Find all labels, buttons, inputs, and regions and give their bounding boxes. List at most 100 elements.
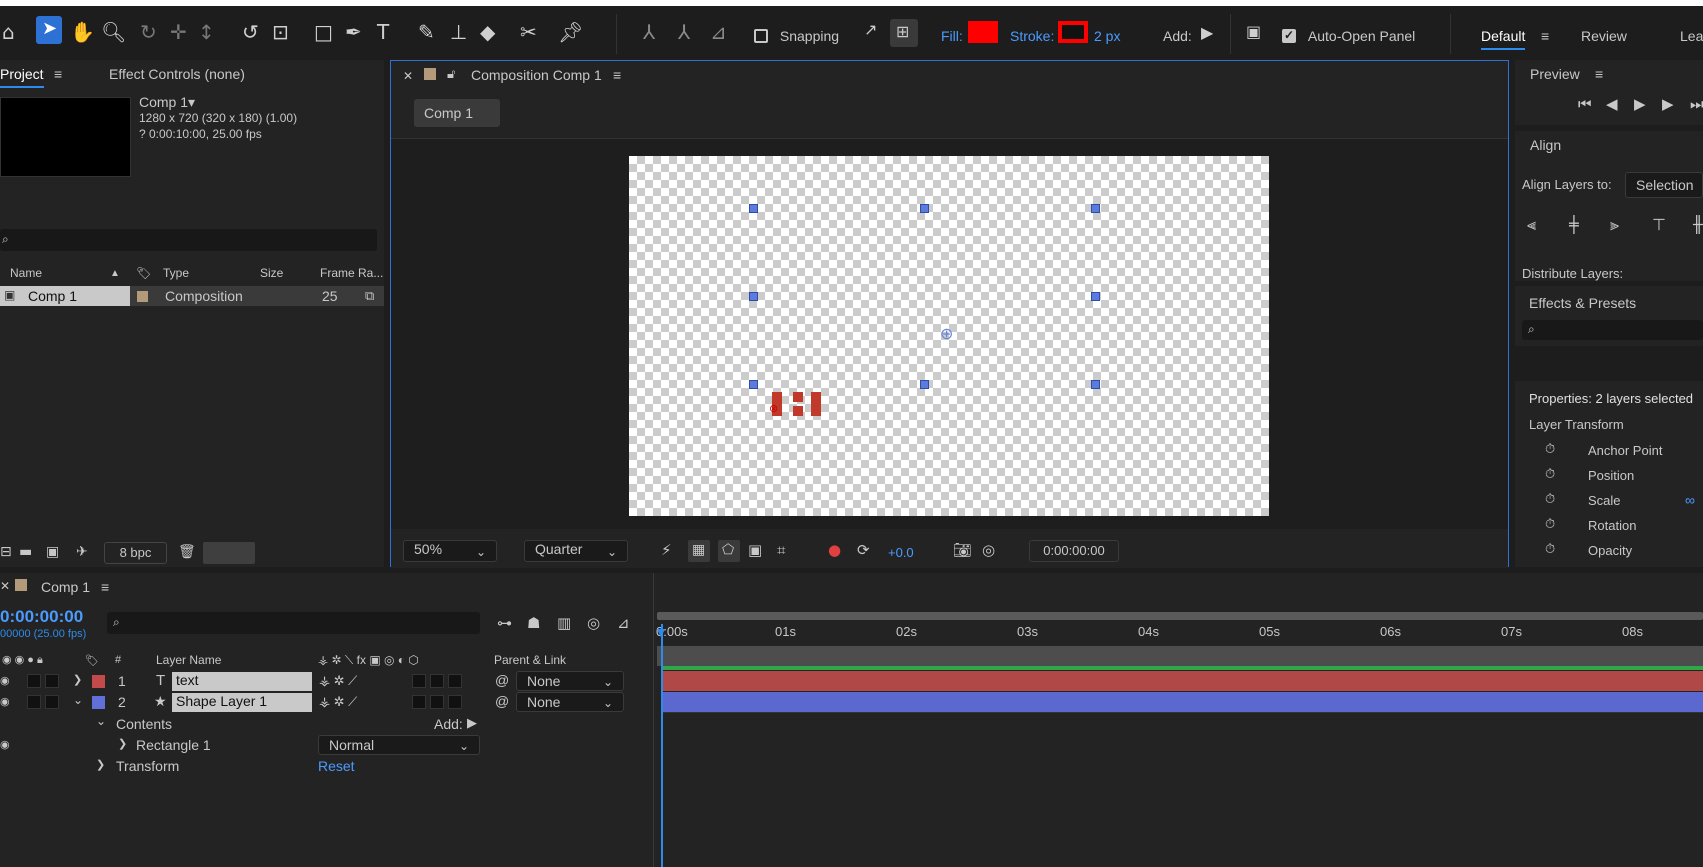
col-parent-link[interactable]: Parent & Link — [494, 653, 566, 667]
stopwatch-icon[interactable]: ⏱︎ — [1545, 518, 1555, 531]
col-frame-rate[interactable]: Frame Ra... — [320, 266, 383, 280]
layer-name[interactable]: Shape Layer 1 — [172, 693, 312, 712]
tab-project[interactable]: Project — [0, 66, 44, 88]
orbit-tool-icon[interactable]: ↻ — [140, 20, 157, 44]
prop-anchor-point[interactable]: ⏱︎ Anchor Point — [1545, 441, 1703, 461]
stopwatch-icon[interactable]: ⏱︎ — [1545, 543, 1555, 556]
flowchart-icon[interactable]: ⧉ — [365, 288, 374, 304]
layer-label-color[interactable] — [92, 675, 105, 688]
puppet-pin-icon[interactable]: 📌︎ — [558, 20, 583, 44]
work-area-bar[interactable] — [657, 612, 1703, 620]
solo-switch[interactable] — [27, 695, 41, 709]
collapse-chevron-icon[interactable]: ⌄ — [96, 714, 106, 728]
rectangle-tool-icon[interactable]: □ — [314, 20, 333, 44]
stopwatch-icon[interactable]: ⏱︎ — [1545, 468, 1555, 481]
graph-editor-icon[interactable]: ⊿ — [617, 616, 630, 631]
shy-layers-icon[interactable]: ☗ — [527, 616, 540, 631]
transform-handle[interactable] — [920, 204, 929, 213]
col-name[interactable]: Name — [10, 266, 42, 280]
mask-visibility-button[interactable]: ⬠ — [718, 540, 740, 562]
view-axis-icon[interactable]: ⊿ — [710, 20, 727, 44]
fill-swatch[interactable] — [968, 21, 998, 43]
composition-navigator-icon[interactable]: ⊶ — [497, 616, 512, 631]
switch-box[interactable] — [430, 695, 444, 709]
label-tag-icon[interactable]: 🏷︎ — [136, 266, 151, 280]
stroke-swatch[interactable] — [1058, 21, 1088, 43]
col-size[interactable]: Size — [260, 266, 283, 280]
previous-frame-icon[interactable]: ◀ — [1606, 97, 1618, 112]
pick-whip-icon[interactable]: @ — [495, 672, 509, 688]
auto-open-panel-toggle[interactable]: Auto-Open Panel — [1282, 28, 1415, 44]
frame-blending-icon[interactable]: ▥ — [557, 616, 571, 631]
transform-handle[interactable] — [920, 380, 929, 389]
workspace-menu-icon[interactable]: ≡ — [1541, 28, 1549, 44]
transform-handle[interactable] — [1091, 204, 1100, 213]
bit-depth-button[interactable]: 8 bpc — [104, 542, 167, 564]
transform-row[interactable]: ❯ Transform Reset — [0, 756, 655, 777]
prop-position[interactable]: ⏱︎ Position — [1545, 466, 1703, 486]
anchor-point-icon[interactable]: ⊕ — [940, 326, 953, 342]
preview-menu-icon[interactable]: ≡ — [1595, 66, 1603, 82]
text-anchor-icon[interactable]: ⊗ — [769, 403, 778, 414]
snap-features-button[interactable]: ⊞ — [890, 19, 918, 47]
prop-rotation[interactable]: ⏱︎ Rotation — [1545, 516, 1703, 536]
col-type[interactable]: Type — [163, 266, 189, 280]
workspace-learn-tab[interactable]: Lea — [1680, 28, 1703, 44]
interpret-footage-icon[interactable]: ⊟ — [0, 545, 12, 559]
next-frame-icon[interactable]: ▶ — [1662, 97, 1674, 112]
align-left-icon[interactable]: ⫷ — [1527, 217, 1536, 233]
tab-timeline-comp[interactable]: Comp 1 — [41, 579, 90, 595]
timeline-search-input[interactable]: ⌕ — [107, 612, 480, 634]
pen-tool-icon[interactable]: ✒ — [345, 20, 362, 44]
constrain-proportions-icon[interactable]: ∞ — [1685, 492, 1695, 508]
rectangle-row[interactable]: ◉ ❯ Rectangle 1 Normal ⌄ — [0, 735, 655, 756]
tool-option-icon[interactable]: ▣ — [1246, 22, 1261, 41]
add-play-icon[interactable]: ▶ — [467, 715, 477, 731]
roto-brush-icon[interactable]: ✂ — [520, 20, 537, 44]
label-tag-icon[interactable]: 🏷︎ — [85, 654, 99, 667]
expand-chevron-icon[interactable]: ❯ — [96, 758, 105, 771]
brush-tool-icon[interactable]: ✎ — [418, 20, 435, 44]
reset-exposure-icon[interactable]: ⟳ — [857, 543, 870, 558]
expand-chevron-icon[interactable]: ❯ — [73, 673, 82, 686]
visibility-eye-icon[interactable]: ◉ — [0, 738, 10, 751]
text-layer-glyph[interactable] — [793, 406, 803, 416]
align-target-dropdown[interactable]: Selection — [1625, 172, 1703, 198]
pan-tool-icon[interactable]: ✛ — [170, 20, 187, 44]
prop-opacity[interactable]: ⏱︎ Opacity — [1545, 541, 1703, 561]
show-snapshot-icon[interactable]: ◎ — [982, 543, 995, 558]
dolly-tool-icon[interactable]: ↕ — [198, 20, 215, 44]
current-time-display[interactable]: 0:00:00:00 — [1029, 540, 1119, 562]
world-axis-icon[interactable]: ⅄ — [678, 20, 690, 44]
resolution-dropdown[interactable]: Quarter ⌄ — [524, 540, 628, 562]
close-icon[interactable]: ✕ — [403, 69, 413, 83]
add-play-icon[interactable]: ▶ — [1201, 23, 1213, 42]
contents-row[interactable]: ⌄ Contents Add: ▶ — [0, 714, 655, 735]
clone-stamp-icon[interactable]: ⊥ — [450, 20, 467, 44]
text-layer-glyph[interactable] — [793, 392, 803, 402]
transform-handle[interactable] — [749, 292, 758, 301]
snap-edges-icon[interactable]: ↗ — [864, 20, 877, 39]
selection-tool-button[interactable]: ➤ — [36, 16, 62, 44]
region-of-interest-icon[interactable]: ▣ — [748, 543, 762, 558]
transform-handle[interactable] — [1091, 380, 1100, 389]
comp-name-header[interactable]: Comp 1▾ — [139, 94, 195, 111]
comp-breadcrumb[interactable]: Comp 1 — [414, 99, 500, 127]
lock-icon[interactable]: 🔓︎ — [447, 66, 455, 82]
project-menu-icon[interactable]: ≡ — [54, 66, 62, 82]
switch-box[interactable] — [412, 695, 426, 709]
tab-effect-controls[interactable]: Effect Controls (none) — [109, 66, 245, 82]
grid-guide-icon[interactable]: ⌗ — [777, 543, 785, 558]
new-composition-icon[interactable]: ▣ — [46, 545, 59, 559]
close-icon[interactable]: ✕ — [0, 579, 10, 593]
stopwatch-icon[interactable]: ⏱︎ — [1545, 493, 1555, 506]
parent-dropdown[interactable]: None ⌄ — [516, 692, 624, 712]
layer-bar-text[interactable] — [662, 671, 1703, 691]
workspace-review-tab[interactable]: Review — [1581, 28, 1627, 44]
prop-scale[interactable]: ⏱︎ Scale ∞ — [1545, 491, 1703, 511]
transform-handle[interactable] — [749, 204, 758, 213]
stroke-label[interactable]: Stroke: — [1010, 28, 1054, 44]
project-item-row[interactable]: ▣ Comp 1 Composition 25 ⧉ — [0, 286, 384, 306]
exposure-value[interactable]: +0.0 — [888, 545, 914, 560]
playhead-marker-icon[interactable]: ▼ — [654, 624, 668, 640]
